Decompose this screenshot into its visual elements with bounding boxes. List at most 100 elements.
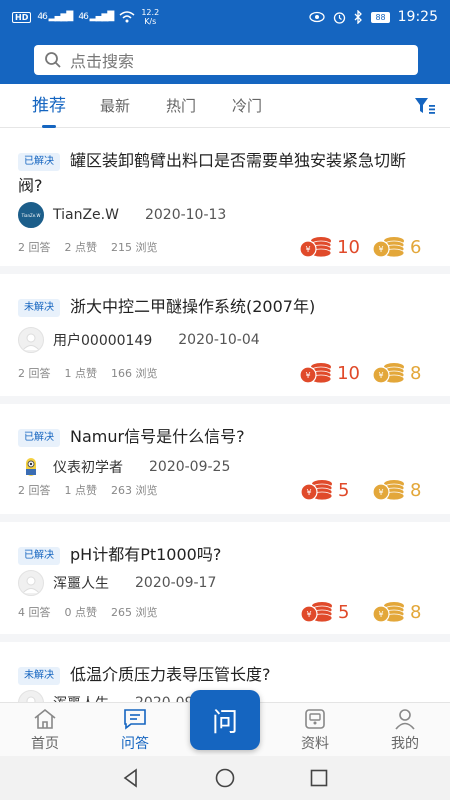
default-avatar-icon (26, 696, 36, 702)
tab-recommended[interactable]: 推荐 (16, 84, 82, 128)
answer-count: 2 回答 (18, 367, 51, 380)
view-count: 215 浏览 (111, 241, 158, 254)
question-item[interactable]: 未解决 浙大中控二甲醚操作系统(2007年) 用户00000149 2020-10… (0, 274, 450, 404)
search-icon (45, 52, 61, 68)
like-count: 0 点赞 (64, 606, 98, 619)
net-speed: 12.2 K/s (141, 8, 160, 26)
tab-hot[interactable]: 热门 (148, 84, 214, 128)
author-name[interactable]: TianZe.W (53, 207, 119, 223)
svg-text:TianZe.W: TianZe.W (21, 213, 41, 218)
answer-count: 2 回答 (18, 241, 51, 254)
post-date: 2020-10-04 (178, 332, 260, 348)
hd-icon: HD (12, 11, 32, 23)
question-stats: 2 回答 2 点赞 215 浏览 (18, 239, 158, 255)
nav-qa[interactable]: 问答 (90, 703, 180, 756)
author-name[interactable]: 用户00000149 (53, 330, 152, 350)
gold-coins-icon: ¥ (372, 602, 405, 623)
red-coin-value: 5 (338, 479, 350, 501)
folder-icon (305, 709, 325, 729)
author-name[interactable]: 浑噩人生 (53, 693, 109, 702)
red-coin-value: 10 (337, 362, 360, 384)
author-name[interactable]: 浑噩人生 (53, 573, 109, 593)
question-title[interactable]: 未解决 浙大中控二甲醚操作系统(2007年) (18, 294, 428, 319)
reward-row: ¥ 5 ¥ 8 (288, 478, 432, 502)
svg-text:¥: ¥ (378, 371, 383, 380)
nav-materials[interactable]: 资料 (270, 703, 360, 756)
question-title[interactable]: 已解决 罐区装卸鹤臂出料口是否需要单独安装紧急切断阀? (18, 148, 428, 198)
svg-text:¥: ¥ (306, 245, 311, 254)
home-icon (34, 708, 56, 729)
question-stats: 2 回答 1 点赞 166 浏览 (18, 365, 158, 381)
gold-coins-icon: ¥ (372, 237, 405, 258)
red-coins-icon: ¥ (299, 363, 332, 384)
nav-home[interactable]: 首页 (0, 703, 90, 756)
status-badge: 已解决 (18, 153, 60, 171)
status-badge: 未解决 (18, 299, 60, 317)
company-logo-icon: TianZe.W (21, 205, 41, 225)
reward-row: ¥ 10 ¥ 6 (287, 235, 432, 259)
avatar[interactable] (18, 454, 44, 480)
avatar[interactable] (18, 327, 44, 353)
gold-coin-value: 6 (410, 236, 422, 258)
like-count: 1 点赞 (64, 367, 98, 380)
filter-icon[interactable] (414, 97, 436, 115)
svg-text:¥: ¥ (306, 488, 311, 497)
question-stats: 4 回答 0 点赞 265 浏览 (18, 604, 158, 620)
view-count: 263 浏览 (111, 484, 158, 497)
red-coin-reward: ¥ 10 (299, 361, 360, 385)
question-title[interactable]: 已解决 Namur信号是什么信号? (18, 424, 428, 449)
gold-coin-reward: ¥ 8 (372, 478, 432, 502)
gold-coin-reward: ¥ 8 (372, 600, 432, 624)
svg-text:¥: ¥ (378, 245, 383, 254)
minion-avatar-icon (26, 458, 36, 476)
author-row: 用户00000149 2020-10-04 (18, 327, 260, 353)
author-row: 仪表初学者 2020-09-25 (18, 454, 230, 480)
view-count: 265 浏览 (111, 606, 158, 619)
status-badge: 已解决 (18, 429, 60, 447)
tab-cold[interactable]: 冷门 (214, 84, 280, 128)
question-item[interactable]: 已解决 pH计都有Pt1000吗? 浑噩人生 2020-09-17 4 回答 0 … (0, 522, 450, 642)
nav-mine[interactable]: 我的 (360, 703, 450, 756)
question-item[interactable]: 已解决 Namur信号是什么信号? 仪表初学者 2020-09-25 2 回答 1… (0, 404, 450, 522)
gold-coin-value: 8 (410, 479, 422, 501)
status-badge: 未解决 (18, 667, 60, 685)
category-tabs: 推荐 最新 热门 冷门 (0, 84, 450, 128)
red-coin-reward: ¥ 10 (299, 235, 360, 259)
alarm-icon (334, 11, 346, 24)
gold-coin-reward: ¥ 8 (372, 361, 432, 385)
question-title[interactable]: 已解决 pH计都有Pt1000吗? (18, 542, 428, 567)
system-nav-bar (0, 756, 450, 800)
avatar[interactable] (18, 570, 44, 596)
search-input[interactable]: 点击搜索 (34, 45, 418, 75)
ask-question-button[interactable]: 问 (190, 690, 260, 750)
signal-icon-1: 46 ▂▄▆█ (37, 12, 73, 22)
nav-qa-label: 问答 (121, 736, 149, 752)
question-title[interactable]: 未解决 低温介质压力表导压管长度? (18, 662, 428, 687)
recents-icon[interactable] (308, 767, 330, 789)
nav-materials-label: 资料 (301, 736, 329, 752)
wifi-icon (119, 11, 135, 23)
app-header: HD 46 ▂▄▆█ 46 ▂▄▆█ 12.2 K/s 88 19:25 点击搜索 (0, 0, 450, 84)
question-stats: 2 回答 1 点赞 263 浏览 (18, 482, 158, 498)
author-row: TianZe.W TianZe.W 2020-10-13 (18, 202, 226, 228)
avatar[interactable]: TianZe.W (18, 202, 44, 228)
signal-icon-2: 46 ▂▄▆█ (78, 12, 114, 22)
post-date: 2020-10-13 (144, 207, 227, 223)
back-icon[interactable] (120, 767, 142, 789)
red-coin-reward: ¥ 5 (300, 600, 360, 624)
clock: 19:25 (397, 9, 438, 25)
svg-text:¥: ¥ (378, 488, 383, 497)
svg-text:¥: ¥ (306, 610, 311, 619)
question-item[interactable]: 已解决 罐区装卸鹤臂出料口是否需要单独安装紧急切断阀? TianZe.W Tian… (0, 128, 450, 274)
author-name[interactable]: 仪表初学者 (53, 457, 123, 477)
gold-coin-value: 8 (410, 362, 422, 384)
red-coins-icon: ¥ (299, 237, 332, 258)
view-count: 166 浏览 (111, 367, 158, 380)
red-coins-icon: ¥ (300, 480, 333, 501)
bluetooth-icon (354, 10, 363, 24)
question-list: 已解决 罐区装卸鹤臂出料口是否需要单独安装紧急切断阀? TianZe.W Tian… (0, 128, 450, 702)
avatar[interactable] (18, 690, 44, 702)
nav-mine-label: 我的 (391, 736, 419, 752)
tab-latest[interactable]: 最新 (82, 84, 148, 128)
home-circle-icon[interactable] (214, 767, 236, 789)
